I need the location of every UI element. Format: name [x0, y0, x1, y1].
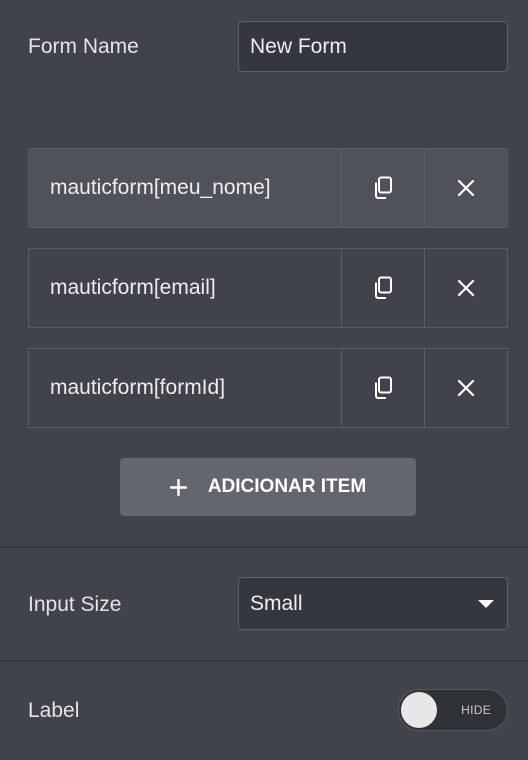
repeater-item: mauticform[meu_nome]	[28, 148, 508, 228]
close-icon	[457, 179, 475, 197]
duplicate-button[interactable]	[341, 149, 424, 227]
caret-down-icon	[478, 600, 494, 608]
add-item-label: ADICIONAR ITEM	[207, 476, 367, 497]
add-item-button[interactable]: ADICIONAR ITEM	[120, 458, 416, 516]
section-divider	[0, 660, 528, 662]
input-size-value: Small	[250, 591, 303, 615]
input-size-select[interactable]: Small	[238, 577, 508, 630]
repeater-item: mauticform[email]	[28, 248, 508, 328]
duplicate-button[interactable]	[341, 249, 424, 327]
plus-icon	[169, 478, 187, 496]
repeater-item-title[interactable]: mauticform[meu_nome]	[29, 149, 341, 227]
switch-knob	[401, 692, 437, 728]
close-icon	[457, 379, 475, 397]
duplicate-button[interactable]	[341, 349, 424, 427]
copy-icon	[372, 276, 394, 300]
remove-button[interactable]	[424, 149, 507, 227]
form-name-label: Form Name	[28, 35, 139, 58]
copy-icon	[372, 376, 394, 400]
label-toggle-label: Label	[28, 699, 80, 722]
repeater-item-title[interactable]: mauticform[formId]	[29, 349, 341, 427]
copy-icon	[372, 176, 394, 200]
label-switch[interactable]: HIDE	[398, 689, 508, 731]
section-divider	[0, 546, 528, 548]
form-name-input[interactable]	[238, 21, 508, 72]
repeater-item-title[interactable]: mauticform[email]	[29, 249, 341, 327]
remove-button[interactable]	[424, 349, 507, 427]
remove-button[interactable]	[424, 249, 507, 327]
repeater-item: mauticform[formId]	[28, 348, 508, 428]
close-icon	[457, 279, 475, 297]
switch-state-text: HIDE	[461, 703, 491, 717]
input-size-label: Input Size	[28, 593, 122, 616]
